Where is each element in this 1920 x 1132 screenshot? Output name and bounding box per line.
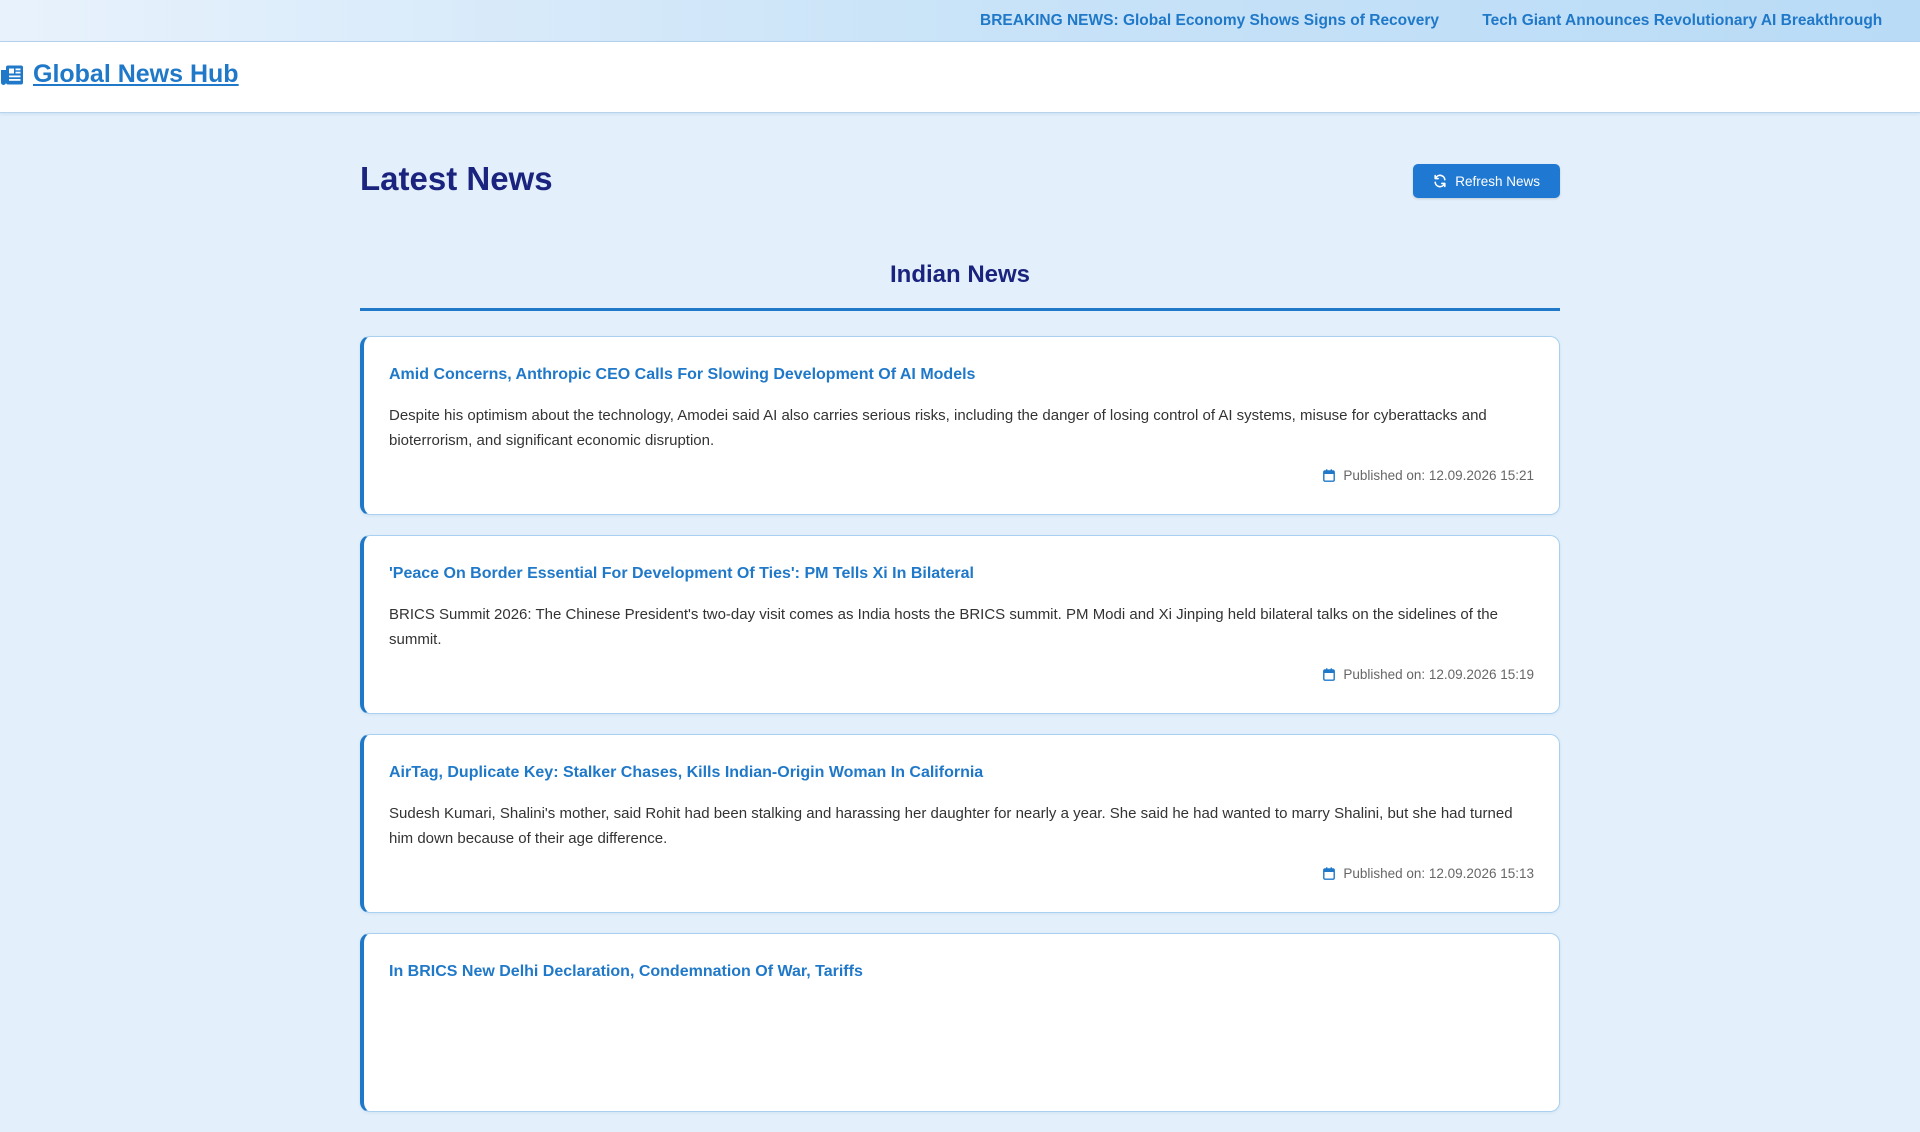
calendar-icon (1323, 469, 1336, 482)
published-text: Published on: 12.09.2026 15:13 (1343, 866, 1534, 881)
ticker-track: BREAKING NEWS: Global Economy Shows Sign… (980, 12, 1920, 30)
news-title[interactable]: In BRICS New Delhi Declaration, Condemna… (389, 963, 863, 981)
news-card: 'Peace On Border Essential For Developme… (360, 535, 1560, 714)
news-card: In BRICS New Delhi Declaration, Condemna… (360, 933, 1560, 1112)
refresh-icon (1434, 174, 1446, 188)
refresh-news-label: Refresh News (1455, 173, 1540, 189)
breaking-news-ticker: BREAKING NEWS: Global Economy Shows Sign… (0, 0, 1920, 42)
page-title: Latest News (360, 160, 553, 197)
news-title[interactable]: 'Peace On Border Essential For Developme… (389, 565, 974, 583)
published-text: Published on: 12.09.2026 15:19 (1343, 667, 1534, 682)
news-description: BRICS Summit 2026: The Chinese President… (389, 606, 1498, 648)
published-date: Published on: 12.09.2026 15:21 (1323, 468, 1534, 483)
main-content: Latest News Refresh News Indian News Ami… (360, 113, 1560, 1112)
section-title: Indian News (360, 261, 1560, 311)
page-head: Latest News Refresh News (360, 113, 1560, 198)
newspaper-icon (1, 65, 23, 85)
published-text: Published on: 12.09.2026 15:21 (1343, 468, 1534, 483)
calendar-icon (1323, 668, 1336, 681)
published-date: Published on: 12.09.2026 15:19 (1323, 667, 1534, 682)
news-title[interactable]: AirTag, Duplicate Key: Stalker Chases, K… (389, 764, 983, 782)
refresh-news-button[interactable]: Refresh News (1413, 164, 1560, 198)
news-description: Sudesh Kumari, Shalini's mother, said Ro… (389, 805, 1513, 847)
news-description: Despite his optimism about the technolog… (389, 407, 1487, 449)
brand-link[interactable]: Global News Hub (0, 60, 239, 89)
news-card: AirTag, Duplicate Key: Stalker Chases, K… (360, 734, 1560, 913)
news-title[interactable]: Amid Concerns, Anthropic CEO Calls For S… (389, 366, 975, 384)
brand-name: Global News Hub (33, 60, 239, 88)
ticker-item: Tech Giant Announces Revolutionary AI Br… (1482, 12, 1883, 29)
news-card: Amid Concerns, Anthropic CEO Calls For S… (360, 336, 1560, 515)
published-date: Published on: 12.09.2026 15:13 (1323, 866, 1534, 881)
ticker-item: BREAKING NEWS: Global Economy Shows Sign… (980, 12, 1440, 29)
calendar-icon (1323, 867, 1336, 880)
site-header: Global News Hub (0, 42, 1920, 113)
news-list: Amid Concerns, Anthropic CEO Calls For S… (360, 336, 1560, 1132)
